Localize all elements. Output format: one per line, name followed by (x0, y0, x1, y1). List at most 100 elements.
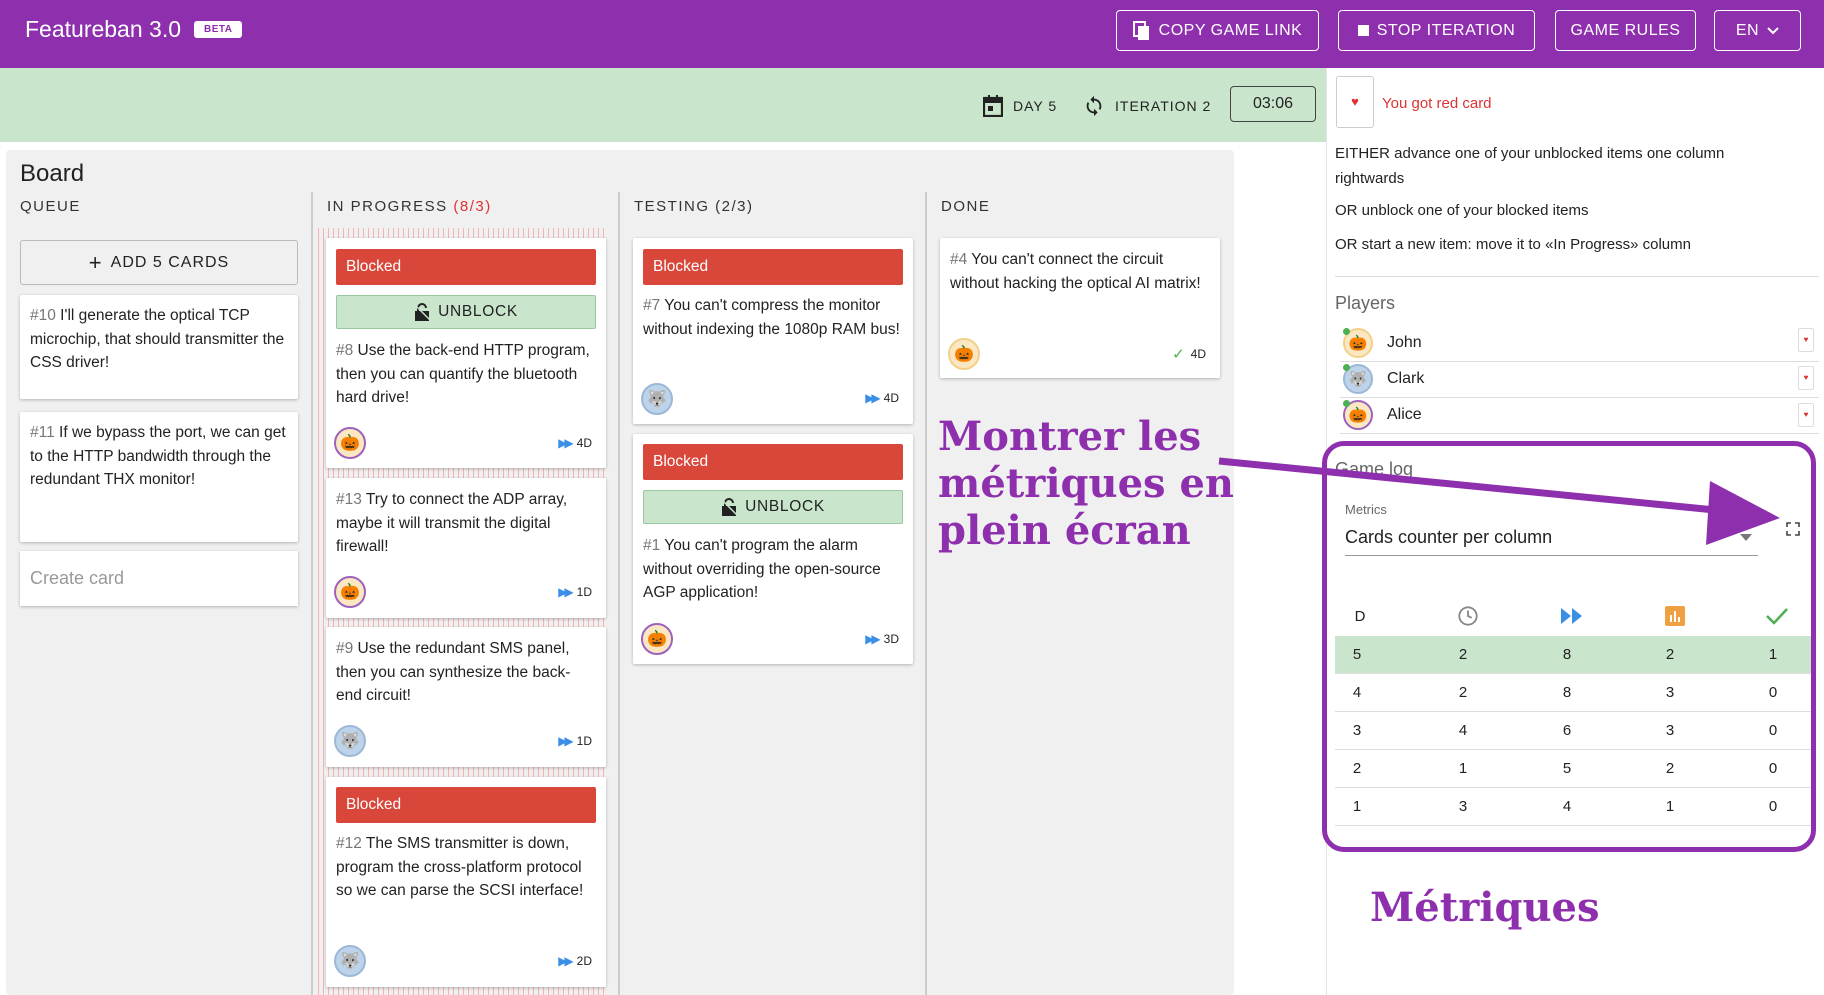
card-estimate: ▶▶ 1D (558, 734, 592, 748)
card-text: #8 Use the back-end HTTP program, then y… (336, 342, 590, 406)
card-estimate: ▶▶ 1D (558, 585, 592, 599)
beta-badge: BETA (194, 21, 243, 38)
divider (1340, 397, 1819, 398)
card-text: #1 You can't program the alarm without o… (643, 537, 881, 601)
task-card[interactable]: Blocked UNBLOCK #1 You can't program the… (633, 434, 913, 664)
column-header-queue: QUEUE (20, 198, 81, 215)
column-header-done: DONE (941, 198, 991, 215)
day-label: DAY 5 (1013, 98, 1058, 114)
task-card[interactable]: Blocked #7 You can't compress the monito… (633, 238, 913, 424)
annotation-arrow (1218, 457, 1780, 545)
blocked-banner: Blocked (643, 249, 903, 285)
red-card-icon: ♥ (1336, 76, 1374, 128)
wip-limit-badge: (8/3) (453, 198, 492, 215)
player-name: John (1387, 334, 1422, 351)
iteration-timer: 03:06 (1230, 86, 1316, 122)
calendar-icon (983, 95, 1003, 117)
fast-forward-icon: ▶▶ (865, 632, 881, 646)
copy-game-link-button[interactable]: COPY GAME LINK (1116, 10, 1319, 51)
card-text: #4 You can't connect the circuit without… (950, 251, 1201, 292)
blocked-banner: Blocked (643, 444, 903, 480)
annotation-metrics-note: Métriques (1370, 884, 1600, 931)
red-card-icon: ♥ (1798, 328, 1814, 352)
copy-icon (1132, 20, 1149, 40)
blocked-banner: Blocked (336, 249, 596, 285)
unblock-button[interactable]: UNBLOCK (643, 490, 903, 524)
chevron-down-icon (1767, 26, 1779, 34)
blocked-banner: Blocked (336, 787, 596, 823)
sync-icon (1086, 95, 1102, 117)
pumpkin-icon: 🎃 (334, 576, 366, 608)
add-cards-label: ADD 5 CARDS (110, 253, 230, 271)
app-title: Featureban 3.0 (25, 16, 182, 42)
fast-forward-icon: ▶▶ (558, 734, 574, 748)
divider (1335, 276, 1819, 277)
annotation-fullscreen-note: Montrer les métriques en plein écran (938, 413, 1234, 554)
plus-icon: + (88, 249, 103, 275)
stop-iteration-label: STOP ITERATION (1376, 21, 1516, 39)
column-divider (925, 192, 927, 995)
wolf-icon: 🐺 (641, 383, 673, 415)
fast-forward-icon: ▶▶ (865, 391, 881, 405)
day-indicator: DAY 5 (983, 95, 1057, 117)
card-estimate: ▶▶ 4D (558, 436, 592, 450)
iteration-label: ITERATION 2 (1115, 98, 1212, 114)
player-name: Alice (1387, 406, 1422, 423)
card-text: #9 Use the redundant SMS panel, then you… (336, 640, 571, 704)
online-dot (1343, 364, 1350, 371)
unblock-label: UNBLOCK (745, 498, 825, 515)
red-card-icon: ♥ (1798, 403, 1814, 427)
card-text: #7 You can't compress the monitor withou… (643, 297, 900, 338)
column-header-testing: TESTING (2/3) (634, 198, 754, 215)
column-divider (311, 192, 313, 995)
stop-icon (1357, 25, 1369, 36)
pumpkin-icon: 🎃 (641, 623, 673, 655)
task-card[interactable]: #9 Use the redundant SMS panel, then you… (326, 627, 606, 767)
online-dot (1343, 400, 1350, 407)
wolf-icon: 🐺 (334, 945, 366, 977)
online-dot (1343, 328, 1350, 335)
fast-forward-icon: ▶▶ (558, 954, 574, 968)
card-estimate: ▶▶ 3D (865, 632, 899, 646)
wolf-icon: 🐺 (334, 725, 366, 757)
lock-open-icon (721, 498, 738, 516)
fast-forward-icon: ▶▶ (558, 585, 574, 599)
task-card[interactable]: Blocked #12 The SMS transmitter is down,… (326, 777, 606, 987)
card-estimate: ▶▶ 2D (558, 954, 592, 968)
create-card-input[interactable]: Create card (20, 551, 298, 606)
board-title: Board (20, 160, 85, 187)
column-header-in-progress: IN PROGRESS (8/3) (327, 198, 492, 215)
card-text: #10 I'll generate the optical TCP microc… (30, 307, 285, 371)
task-card[interactable]: #4 You can't connect the circuit without… (940, 238, 1220, 378)
rule-or-unblock: OR unblock one of your blocked items (1335, 202, 1589, 219)
column-divider (618, 192, 620, 995)
card-text: #11 If we bypass the port, we can get to… (30, 424, 286, 488)
task-card[interactable]: #13 Try to connect the ADP array, maybe … (326, 478, 606, 618)
divider (1340, 361, 1819, 362)
stop-iteration-button[interactable]: STOP ITERATION (1338, 10, 1535, 51)
card-estimate: ▶▶ 4D (865, 391, 899, 405)
rule-or-start: OR start a new item: move it to «In Prog… (1335, 236, 1691, 253)
pumpkin-icon: 🎃 (334, 427, 366, 459)
players-title: Players (1335, 293, 1396, 313)
language-select[interactable]: EN (1714, 10, 1801, 51)
red-card-message: You got red card (1382, 95, 1492, 112)
task-card[interactable]: #11 If we bypass the port, we can get to… (20, 412, 298, 542)
lock-open-icon (414, 303, 431, 321)
add-cards-button[interactable]: + ADD 5 CARDS (20, 240, 298, 285)
player-name: Clark (1387, 370, 1425, 387)
in-progress-label: IN PROGRESS (327, 198, 448, 215)
red-card-icon: ♥ (1798, 366, 1814, 390)
divider (1340, 433, 1819, 434)
unblock-button[interactable]: UNBLOCK (336, 295, 596, 329)
card-text: #13 Try to connect the ADP array, maybe … (336, 491, 568, 555)
iteration-indicator: ITERATION 2 (1083, 95, 1211, 117)
game-rules-button[interactable]: GAME RULES (1555, 10, 1696, 51)
card-text: #12 The SMS transmitter is down, program… (336, 835, 584, 899)
rule-either: EITHER advance one of your unblocked ite… (1335, 145, 1725, 187)
copy-game-link-label: COPY GAME LINK (1158, 21, 1303, 39)
game-rules-label: GAME RULES (1570, 21, 1681, 39)
task-card[interactable]: Blocked UNBLOCK #8 Use the back-end HTTP… (326, 238, 606, 468)
task-card[interactable]: #10 I'll generate the optical TCP microc… (20, 295, 298, 399)
top-app-bar (0, 0, 1824, 68)
